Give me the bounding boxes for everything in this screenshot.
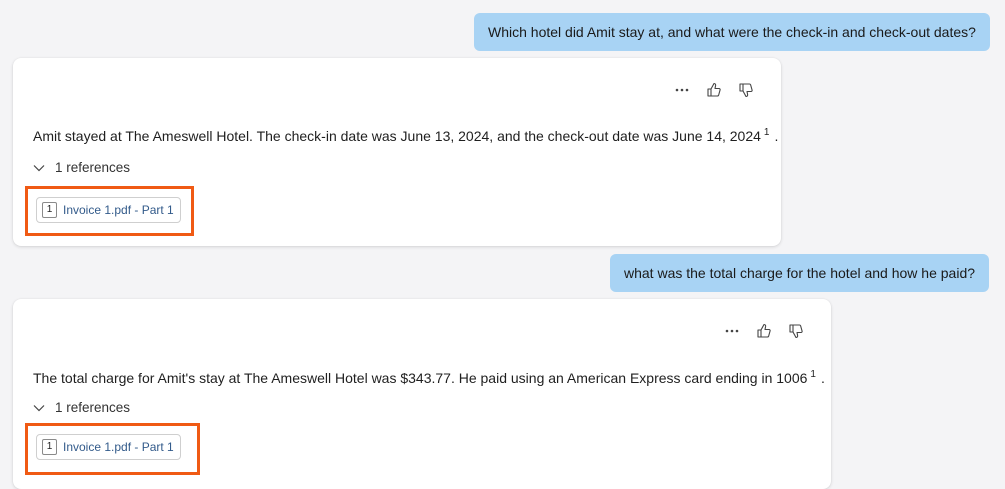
response-actions (673, 81, 755, 99)
assistant-response-card: The total charge for Amit's stay at The … (13, 299, 831, 489)
more-options-icon[interactable] (673, 81, 691, 99)
reference-number: 1 (42, 202, 57, 218)
more-options-icon[interactable] (723, 322, 741, 340)
reference-highlight-box: 1 Invoice 1.pdf - Part 1 (25, 423, 200, 475)
citation-marker[interactable]: 1 (810, 369, 816, 380)
user-message-bubble: what was the total charge for the hotel … (610, 254, 990, 292)
thumbs-down-icon[interactable] (737, 81, 755, 99)
reference-label: Invoice 1.pdf - Part 1 (63, 203, 174, 217)
thumbs-up-icon[interactable] (755, 322, 773, 340)
references-toggle[interactable]: 1 references (33, 400, 130, 415)
answer-body: Amit stayed at The Ameswell Hotel. The c… (33, 128, 761, 144)
thumbs-down-icon[interactable] (787, 322, 805, 340)
reference-number: 1 (42, 439, 57, 455)
reference-label: Invoice 1.pdf - Part 1 (63, 440, 174, 454)
reference-highlight-box: 1 Invoice 1.pdf - Part 1 (25, 186, 194, 236)
answer-body: The total charge for Amit's stay at The … (33, 370, 808, 386)
reference-chip[interactable]: 1 Invoice 1.pdf - Part 1 (36, 434, 181, 460)
chevron-down-icon (33, 400, 45, 415)
assistant-response-card: Amit stayed at The Ameswell Hotel. The c… (13, 58, 781, 246)
user-message-bubble: Which hotel did Amit stay at, and what w… (474, 13, 990, 51)
references-toggle[interactable]: 1 references (33, 160, 130, 175)
references-count: 1 references (55, 160, 131, 175)
response-actions (723, 322, 805, 340)
reference-chip[interactable]: 1 Invoice 1.pdf - Part 1 (36, 197, 181, 223)
citation-marker[interactable]: 1 (764, 127, 770, 138)
chevron-down-icon (33, 160, 45, 175)
assistant-answer-text: The total charge for Amit's stay at The … (33, 369, 825, 386)
references-count: 1 references (55, 400, 131, 415)
assistant-answer-text: Amit stayed at The Ameswell Hotel. The c… (33, 127, 779, 144)
thumbs-up-icon[interactable] (705, 81, 723, 99)
